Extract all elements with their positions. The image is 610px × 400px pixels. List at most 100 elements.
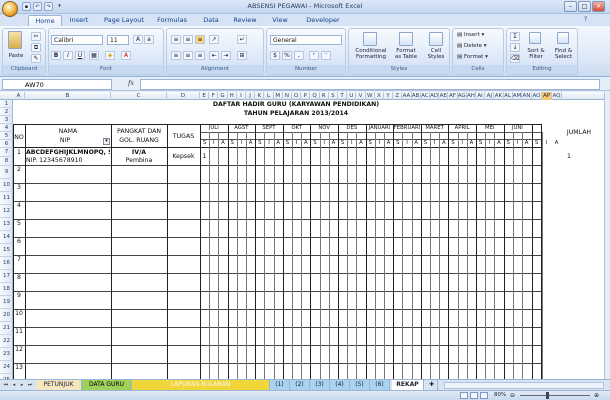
cell-pangkat[interactable]: Pembina — [111, 157, 167, 164]
sheet-tab-4[interactable]: (4) — [330, 380, 350, 390]
wrap-text-icon[interactable]: ↵ — [237, 35, 247, 44]
office-button[interactable] — [2, 1, 18, 17]
find-select-icon[interactable] — [557, 32, 569, 44]
save-icon[interactable]: ▪ — [22, 2, 31, 11]
page-layout-view-icon[interactable] — [470, 392, 478, 399]
maximize-button[interactable]: □ — [578, 1, 591, 12]
sheet-tab-2[interactable]: (2) — [290, 380, 310, 390]
sheet-tab-petunjuk[interactable]: PETUNJUK — [36, 380, 82, 390]
tab-home[interactable]: Home — [28, 15, 62, 26]
tab-formulas[interactable]: Formulas — [152, 15, 192, 26]
align-middle-icon[interactable]: ≡ — [183, 35, 193, 44]
font-color-icon[interactable]: A — [121, 51, 131, 60]
zoom-level[interactable]: 80% — [494, 392, 506, 398]
sort-filter-icon[interactable] — [529, 32, 541, 44]
cell-nama[interactable]: ABCDEFGHIJKLMNOPQ, S.Pd — [26, 149, 110, 156]
align-right-icon[interactable]: ≡ — [195, 51, 205, 60]
format-cells-button[interactable]: ▤ Format ▾ — [457, 54, 501, 60]
vertical-scrollbar[interactable] — [604, 92, 610, 379]
first-sheet-icon[interactable]: ⏮ — [2, 381, 10, 389]
cell-nip[interactable]: NIP. 12345678910 — [26, 157, 110, 164]
sheet-tab-laporan-bulanan[interactable]: LAPORAN BULANAN — [132, 380, 270, 390]
comma-icon[interactable]: , — [294, 51, 304, 60]
cell-jumlah-s[interactable]: 1 — [564, 153, 574, 160]
number-format-combo[interactable]: General — [270, 35, 342, 45]
sheet-tab-data-guru[interactable]: DATA GURU — [82, 380, 132, 390]
formula-input[interactable] — [140, 79, 600, 90]
decrease-decimal-icon[interactable]: ⁻ — [321, 51, 331, 60]
find-select-button[interactable]: Find & Select — [550, 48, 577, 60]
cut-icon[interactable]: ✂ — [31, 32, 41, 41]
conditional-formatting-icon[interactable] — [363, 32, 377, 46]
insert-sheet-icon[interactable]: ✚ — [426, 380, 438, 390]
shrink-font-icon[interactable]: a — [144, 35, 154, 44]
sheet-tab-3[interactable]: (3) — [310, 380, 330, 390]
zoom-in-icon[interactable]: ⊕ — [594, 392, 599, 399]
next-sheet-icon[interactable]: ▸ — [18, 381, 26, 389]
sheet-tab-6[interactable]: (6) — [370, 380, 390, 390]
horizontal-scrollbar[interactable] — [444, 382, 604, 389]
currency-icon[interactable]: $ — [270, 51, 280, 60]
tab-page-layout[interactable]: Page Layout — [100, 15, 148, 26]
prev-sheet-icon[interactable]: ◂ — [10, 381, 18, 389]
worksheet-grid[interactable]: A B C D E F G H I J K L M N O P Q R S T U V W X Y Z AA AB AC AD AE AF AG… — [0, 92, 604, 379]
cell-gol[interactable]: IV/A — [111, 149, 167, 156]
paste-icon[interactable] — [8, 31, 22, 49]
sheet-tab-1[interactable]: (1) — [270, 380, 290, 390]
format-as-table-icon[interactable] — [399, 32, 413, 46]
insert-function-icon[interactable]: fx — [128, 79, 134, 87]
cell-tugas[interactable]: Kepsek — [167, 153, 200, 160]
cell-styles-button[interactable]: Cell Styles — [423, 48, 449, 60]
last-sheet-icon[interactable]: ⏭ — [26, 381, 34, 389]
increase-indent-icon[interactable]: ⇥ — [221, 51, 231, 60]
bold-button[interactable]: B — [51, 51, 61, 60]
sheet-tab-5[interactable]: (5) — [350, 380, 370, 390]
autosum-icon[interactable]: Σ — [510, 32, 520, 41]
filter-dropdown-icon[interactable]: ▾ — [103, 138, 110, 145]
decrease-indent-icon[interactable]: ⇤ — [209, 51, 219, 60]
italic-button[interactable]: I — [63, 51, 73, 60]
zoom-out-icon[interactable]: ⊖ — [510, 392, 515, 399]
fill-icon[interactable]: ↓ — [510, 43, 520, 52]
paste-button[interactable]: Paste — [5, 53, 27, 59]
undo-icon[interactable]: ↶ — [33, 2, 42, 11]
tab-data[interactable]: Data — [198, 15, 224, 26]
align-bottom-icon[interactable]: ≡ — [195, 35, 205, 44]
tab-view[interactable]: View — [266, 15, 294, 26]
increase-decimal-icon[interactable]: ⁺ — [309, 51, 319, 60]
fill-color-icon[interactable]: ◈ — [105, 51, 115, 60]
minimize-button[interactable]: – — [564, 1, 577, 12]
sheet-tab-rekap[interactable]: REKAP — [392, 380, 424, 390]
customize-quick-access-icon[interactable]: ▾ — [55, 2, 64, 11]
merge-center-icon[interactable]: ⊞ — [237, 51, 247, 60]
delete-cells-button[interactable]: ▤ Delete ▾ — [457, 43, 501, 49]
align-center-icon[interactable]: ≡ — [183, 51, 193, 60]
help-icon[interactable]: ? — [584, 16, 587, 23]
cell-styles-icon[interactable] — [429, 32, 443, 46]
percent-icon[interactable]: % — [282, 51, 292, 60]
zoom-slider-handle[interactable] — [546, 392, 549, 399]
font-name-combo[interactable]: Calibri — [51, 35, 103, 45]
sort-filter-button[interactable]: Sort & Filter — [523, 48, 549, 60]
redo-icon[interactable]: ↷ — [44, 2, 53, 11]
conditional-formatting-button[interactable]: Conditional Formatting — [351, 48, 391, 60]
insert-cells-button[interactable]: ▤ Insert ▾ — [457, 32, 501, 38]
clear-icon[interactable]: ⌫ — [510, 54, 520, 63]
page-break-view-icon[interactable] — [480, 392, 488, 399]
align-left-icon[interactable]: ≡ — [171, 51, 181, 60]
format-as-table-button[interactable]: Format as Table — [391, 48, 421, 60]
zoom-slider[interactable] — [520, 395, 590, 396]
name-box[interactable]: AW70 — [2, 79, 112, 90]
grow-font-icon[interactable]: A — [133, 35, 143, 44]
tab-insert[interactable]: Insert — [64, 15, 94, 26]
underline-button[interactable]: U — [75, 51, 85, 60]
align-top-icon[interactable]: ≡ — [171, 35, 181, 44]
font-size-combo[interactable]: 11 — [107, 35, 129, 45]
tab-review[interactable]: Review — [228, 15, 262, 26]
format-painter-icon[interactable]: ✎ — [31, 54, 41, 63]
copy-icon[interactable]: ⧉ — [31, 43, 41, 52]
cell-juli-s[interactable]: 1 — [200, 153, 209, 160]
close-button[interactable]: ✕ — [592, 1, 605, 12]
tab-developer[interactable]: Developer — [302, 15, 344, 26]
borders-icon[interactable]: ▦ — [89, 51, 99, 60]
